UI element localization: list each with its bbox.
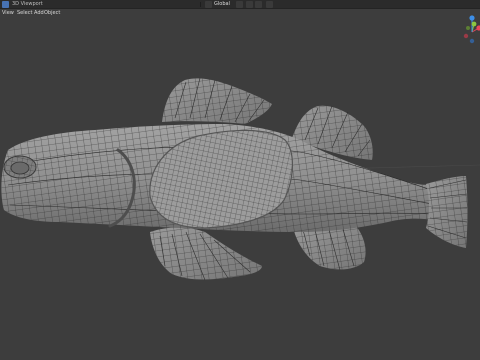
viewport-3d[interactable]	[0, 0, 480, 360]
proportional-edit-icon[interactable]	[266, 1, 273, 8]
gizmo-z-axis-icon[interactable]	[469, 15, 475, 21]
gizmo-x-axis-icon[interactable]	[476, 25, 480, 31]
pivot-point-icon[interactable]	[236, 1, 243, 8]
header-divider	[200, 2, 201, 7]
pectoral-fin	[150, 227, 262, 281]
gizmo-neg-z-axis-icon[interactable]	[469, 38, 475, 44]
tail-fin	[426, 176, 468, 248]
menu-object[interactable]: Object	[44, 9, 60, 18]
eye	[3, 155, 37, 179]
transform-orientation-dropdown[interactable]: Global	[214, 0, 230, 9]
gizmo-neg-x-axis-icon[interactable]	[463, 33, 469, 39]
editor-type-icon[interactable]	[2, 1, 9, 8]
menu-add[interactable]: Add	[34, 9, 44, 18]
snap-icon[interactable]	[246, 1, 253, 8]
snap-settings-icon[interactable]	[255, 1, 262, 8]
dorsal-fin-front	[162, 77, 272, 124]
transform-orientation-icon[interactable]	[205, 1, 212, 8]
editor-label: 3D Viewport	[12, 1, 43, 7]
viewport-menu-bar: View Select Add Object	[0, 9, 480, 18]
viewport-header: 3D Viewport Global	[0, 0, 480, 9]
menu-view[interactable]: View	[2, 9, 14, 18]
navigation-gizmo[interactable]	[458, 14, 480, 44]
gizmo-neg-y-axis-icon[interactable]	[466, 26, 470, 30]
gizmo-y-axis-icon[interactable]	[471, 21, 477, 27]
menu-select[interactable]: Select	[17, 9, 32, 18]
